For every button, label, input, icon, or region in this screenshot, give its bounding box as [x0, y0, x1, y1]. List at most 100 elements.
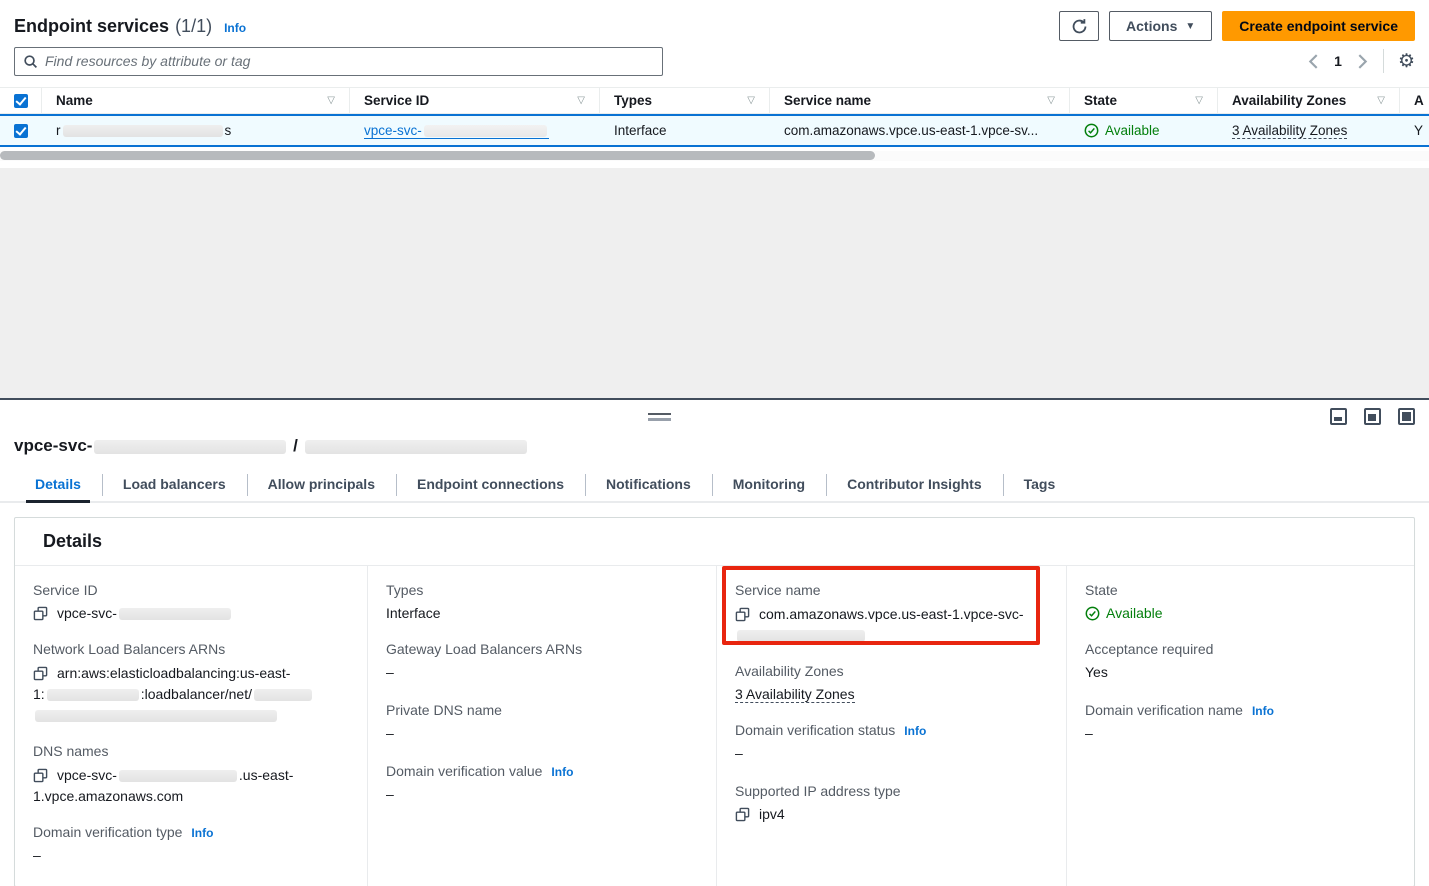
check-circle-icon [1085, 606, 1100, 621]
tab-contributor-insights[interactable]: Contributor Insights [826, 469, 1003, 501]
info-link[interactable]: Info [1252, 704, 1274, 718]
table-toolbar: 1 ⚙ [0, 45, 1429, 77]
search-input[interactable] [45, 53, 654, 69]
row-truncated-cell: Y [1400, 123, 1429, 138]
refresh-button[interactable] [1059, 11, 1099, 41]
field-domain-verification-name: Domain verification name Info – [1085, 702, 1398, 744]
field-gwlb-arns: Gateway Load Balancers ARNs – [386, 641, 700, 683]
details-card: Details Service ID vpce-svc- Network Loa… [14, 517, 1415, 886]
prev-page-button[interactable] [1307, 54, 1320, 69]
tab-tags[interactable]: Tags [1003, 469, 1077, 501]
field-dns-names: DNS names vpce-svc-.us-east- 1.vpce.amaz… [33, 743, 351, 807]
redaction [254, 689, 312, 701]
details-column-1: Service ID vpce-svc- Network Load Balanc… [15, 566, 368, 886]
field-state: State Available [1085, 582, 1398, 624]
field-service-id: Service ID vpce-svc- [33, 582, 351, 624]
details-card-heading: Details [15, 518, 1414, 566]
copy-icon[interactable] [33, 768, 48, 783]
current-page[interactable]: 1 [1334, 53, 1342, 69]
panel-size-small-button[interactable] [1330, 408, 1347, 425]
panel-size-medium-button[interactable] [1364, 408, 1381, 425]
actions-label: Actions [1126, 18, 1177, 34]
table-header-row: Name▽ Service ID▽ Types▽ Service name▽ S… [0, 87, 1429, 114]
availability-zones-link[interactable]: 3 Availability Zones [735, 686, 855, 703]
sort-icon[interactable]: ▽ [571, 95, 585, 106]
scrollbar-thumb[interactable] [0, 151, 875, 160]
row-name-cell: rs [42, 123, 350, 138]
chevron-down-icon: ▼ [1185, 21, 1195, 32]
actions-button[interactable]: Actions ▼ [1109, 11, 1212, 41]
tab-notifications[interactable]: Notifications [585, 469, 712, 501]
column-header-availability-zones[interactable]: Availability Zones▽ [1218, 88, 1400, 113]
tab-load-balancers[interactable]: Load balancers [102, 469, 247, 501]
row-checkbox[interactable] [14, 124, 28, 138]
column-header-truncated[interactable]: A [1400, 88, 1429, 113]
panel-size-large-button[interactable] [1398, 408, 1415, 425]
details-column-2: Types Interface Gateway Load Balancers A… [368, 566, 717, 886]
column-header-state[interactable]: State▽ [1070, 88, 1218, 113]
divider [1383, 49, 1384, 73]
table-settings-gear-icon[interactable]: ⚙ [1398, 52, 1415, 71]
table-row[interactable]: rs vpce-svc- Interface com.amazonaws.vpc… [0, 114, 1429, 147]
copy-icon[interactable] [33, 666, 48, 681]
field-domain-verification-type: Domain verification type Info – [33, 824, 351, 866]
sort-icon[interactable]: ▽ [321, 95, 335, 106]
availability-zones-link[interactable]: 3 Availability Zones [1232, 123, 1347, 139]
resource-count: (1/1) [175, 16, 212, 37]
sort-icon[interactable]: ▽ [1371, 95, 1385, 106]
redaction [35, 710, 277, 722]
field-supported-ip-type: Supported IP address type ipv4 [735, 783, 1050, 825]
sort-icon[interactable]: ▽ [1189, 95, 1203, 106]
info-link[interactable]: Info [904, 724, 926, 738]
field-domain-verification-status: Domain verification status Info – [735, 722, 1050, 764]
background-area [0, 168, 1429, 398]
info-link[interactable]: Info [191, 826, 213, 840]
row-state-status: Available [1084, 123, 1160, 138]
details-column-3: Service name com.amazonaws.vpce.us-east-… [717, 566, 1067, 886]
horizontal-scrollbar[interactable] [0, 151, 1429, 161]
panel-tabs: Details Load balancers Allow principals … [0, 469, 1429, 503]
copy-icon[interactable] [735, 607, 750, 622]
redaction [47, 689, 139, 701]
create-endpoint-service-button[interactable]: Create endpoint service [1222, 11, 1415, 41]
sort-icon[interactable]: ▽ [741, 95, 755, 106]
row-types-cell: Interface [600, 123, 770, 138]
field-domain-verification-value: Domain verification value Info – [386, 763, 700, 805]
redaction [737, 630, 865, 642]
select-all-checkbox[interactable] [14, 94, 28, 108]
details-column-4: State Available Acceptance required Yes [1067, 566, 1414, 886]
search-box[interactable] [14, 47, 663, 76]
column-header-types[interactable]: Types▽ [600, 88, 770, 113]
field-service-name: Service name com.amazonaws.vpce.us-east-… [735, 582, 1050, 646]
sort-icon[interactable]: ▽ [1041, 95, 1055, 106]
column-header-name[interactable]: Name▽ [42, 88, 350, 113]
panel-drag-handle[interactable] [648, 413, 671, 421]
redaction [119, 770, 237, 782]
next-page-button[interactable] [1356, 54, 1369, 69]
copy-icon[interactable] [33, 606, 48, 621]
info-link[interactable]: Info [551, 765, 573, 779]
detail-panel: vpce-svc- / Details Load balancers Allow… [0, 400, 1429, 886]
field-availability-zones: Availability Zones 3 Availability Zones [735, 663, 1050, 705]
redaction [63, 125, 223, 137]
redaction [119, 608, 231, 620]
redaction [424, 125, 547, 137]
page-header: Endpoint services (1/1) Info Actions ▼ C… [0, 0, 1429, 41]
state-status: Available [1085, 603, 1398, 624]
search-icon [23, 54, 38, 69]
redaction [94, 440, 286, 454]
column-header-service-name[interactable]: Service name▽ [770, 88, 1070, 113]
tab-monitoring[interactable]: Monitoring [712, 469, 826, 501]
field-nlb-arns: Network Load Balancers ARNs arn:aws:elas… [33, 641, 351, 726]
tab-details[interactable]: Details [14, 469, 102, 501]
panel-title: vpce-svc- / [0, 400, 1429, 456]
field-private-dns: Private DNS name – [386, 702, 700, 744]
column-header-service-id[interactable]: Service ID▽ [350, 88, 600, 113]
service-id-link[interactable]: vpce-svc- [364, 123, 549, 139]
endpoint-services-table: Name▽ Service ID▽ Types▽ Service name▽ S… [0, 87, 1429, 161]
tab-endpoint-connections[interactable]: Endpoint connections [396, 469, 585, 501]
copy-icon[interactable] [735, 807, 750, 822]
check-circle-icon [1084, 123, 1099, 138]
tab-allow-principals[interactable]: Allow principals [247, 469, 396, 501]
page-info-link[interactable]: Info [224, 21, 246, 35]
